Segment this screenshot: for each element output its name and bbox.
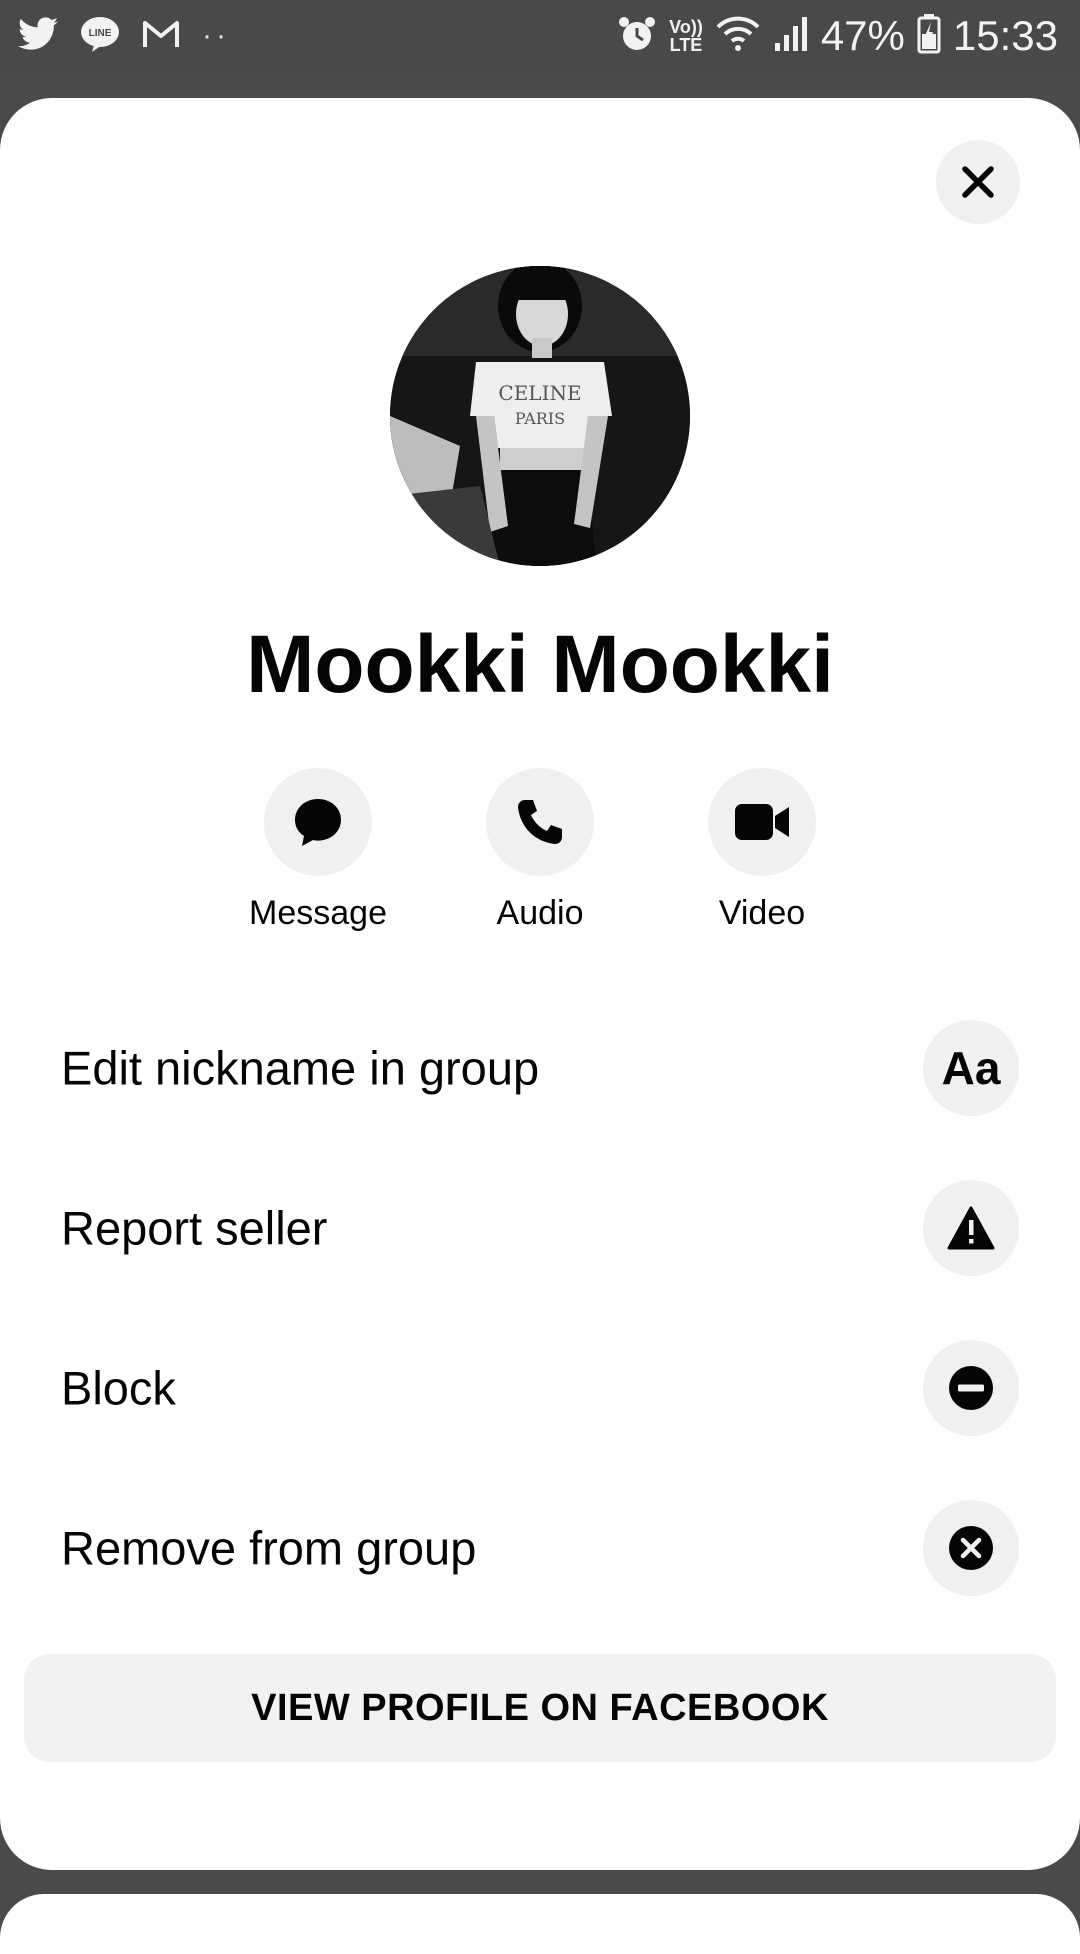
twitter-icon	[18, 16, 58, 56]
message-action[interactable]: Message	[218, 768, 418, 933]
audio-call-button[interactable]	[486, 768, 594, 876]
system-icons: Vo)) LTE 47% 15:33	[617, 10, 1058, 62]
remove-button[interactable]	[923, 1500, 1019, 1596]
phone-icon	[518, 800, 562, 844]
alarm-icon	[617, 14, 657, 59]
next-sheet-edge	[0, 1894, 1080, 1954]
audio-label: Audio	[496, 894, 584, 932]
option-report-seller[interactable]: Report seller	[0, 1173, 1080, 1283]
message-icon	[295, 799, 341, 846]
signal-icon	[773, 15, 809, 58]
notification-icons: LINE ··	[18, 14, 230, 58]
video-label: Video	[718, 894, 806, 932]
option-label: Remove from group	[61, 1521, 477, 1575]
svg-text:CELINE: CELINE	[498, 381, 581, 405]
status-bar: LINE ·· Vo)) LTE 47% 15:33	[0, 0, 1080, 72]
line-icon: LINE	[80, 15, 120, 58]
text-aa-icon[interactable]: Aa	[923, 1020, 1019, 1116]
battery-icon	[917, 13, 941, 59]
volte-icon: Vo)) LTE	[669, 17, 703, 55]
more-dots-icon: ··	[202, 19, 230, 52]
battery-percent: 47%	[820, 12, 905, 59]
video-icon	[735, 804, 789, 840]
audio-action[interactable]: Audio	[440, 768, 640, 933]
option-edit-nickname[interactable]: Edit nickname in group Aa	[0, 1013, 1080, 1123]
report-button[interactable]	[923, 1180, 1019, 1276]
wifi-icon	[715, 15, 761, 58]
option-label: Block	[61, 1361, 176, 1415]
message-label: Message	[249, 894, 387, 932]
option-label: Report seller	[61, 1201, 328, 1255]
warning-icon	[947, 1206, 995, 1250]
svg-text:PARIS: PARIS	[515, 409, 565, 428]
block-button[interactable]	[923, 1340, 1019, 1436]
option-label: Edit nickname in group	[61, 1041, 540, 1095]
profile-name: Mookki Mookki	[246, 619, 834, 710]
video-call-button[interactable]	[708, 768, 816, 876]
option-remove-from-group[interactable]: Remove from group	[0, 1493, 1080, 1603]
close-icon	[962, 166, 994, 198]
avatar[interactable]: CELINE PARIS	[390, 266, 690, 566]
clock: 15:33	[952, 12, 1058, 59]
option-block[interactable]: Block	[0, 1333, 1080, 1443]
close-button[interactable]	[936, 140, 1020, 224]
remove-circle-icon	[949, 1526, 993, 1570]
video-action[interactable]: Video	[662, 768, 862, 933]
gmail-icon	[142, 19, 180, 54]
message-button[interactable]	[264, 768, 372, 876]
block-icon	[949, 1366, 993, 1410]
svg-text:LINE: LINE	[89, 28, 112, 39]
view-profile-button[interactable]: VIEW PROFILE ON FACEBOOK	[24, 1654, 1056, 1762]
